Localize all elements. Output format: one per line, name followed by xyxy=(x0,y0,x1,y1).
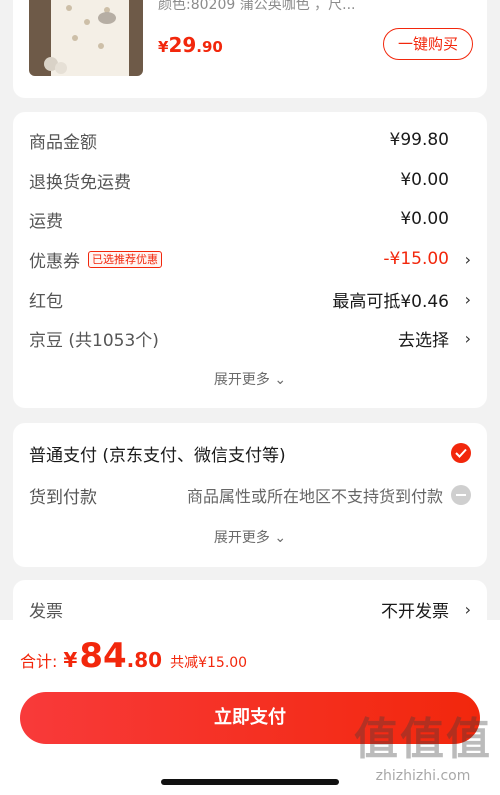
total-saved: 共减¥15.00 xyxy=(170,655,248,671)
fee-row-shipping: 运费 ¥0.00 xyxy=(29,209,449,232)
payment-option-cod: 货到付款 商品属性或所在地区不支持货到付款 xyxy=(29,480,471,510)
product-price: ¥29.90 xyxy=(158,33,223,57)
one-click-buy-button[interactable]: 一键购买 xyxy=(383,28,473,60)
payment-method-card: 普通支付 (京东支付、微信支付等) 货到付款 商品属性或所在地区不支持货到付款 … xyxy=(13,423,487,567)
fee-row-jingdou[interactable]: 京豆 (共1053个) 去选择 › xyxy=(29,323,471,353)
home-indicator[interactable] xyxy=(161,779,339,785)
watermark-logo: 值值值 zhizhizhi.com xyxy=(354,714,492,784)
fee-row-coupon[interactable]: 优惠券 已选推荐优惠 -¥15.00 › xyxy=(29,244,471,274)
cod-unavailable-note: 商品属性或所在地区不支持货到付款 xyxy=(186,487,443,506)
fee-row-goods-amount: 商品金额 ¥99.80 xyxy=(29,130,449,153)
product-spec: 颜色:80209 蒲公英咖色 ，尺... xyxy=(158,0,356,13)
order-total: 合计: ¥ 84 .80 共减¥15.00 xyxy=(20,636,248,676)
disabled-minus-icon xyxy=(451,485,471,505)
payment-expand-more[interactable]: 展开更多 ⌄ xyxy=(13,527,487,547)
fee-row-free-return-shipping: 退换货免运费 ¥0.00 xyxy=(29,170,449,193)
chevron-right-icon: › xyxy=(464,289,471,309)
checkmark-selected-icon[interactable] xyxy=(451,443,471,463)
chevron-down-icon: ⌄ xyxy=(274,372,287,388)
chevron-right-icon: › xyxy=(464,249,471,269)
coupon-tag: 已选推荐优惠 xyxy=(88,250,162,268)
chevron-down-icon: ⌄ xyxy=(274,530,287,546)
fee-details-card: 商品金额 ¥99.80 退换货免运费 ¥0.00 运费 ¥0.00 优惠券 已选… xyxy=(13,112,487,408)
chevron-right-icon: › xyxy=(464,328,471,348)
checkout-bar: 合计: ¥ 84 .80 共减¥15.00 立即支付 值值值 zhizhizhi… xyxy=(0,620,500,795)
fee-expand-more[interactable]: 展开更多 ⌄ xyxy=(13,369,487,389)
product-card: 颜色:80209 蒲公英咖色 ，尺... ¥29.90 一键购买 xyxy=(13,0,487,98)
fee-row-red-packet[interactable]: 红包 最高可抵¥0.46 › xyxy=(29,284,471,314)
product-thumbnail[interactable] xyxy=(29,0,143,76)
payment-option-normal[interactable]: 普通支付 (京东支付、微信支付等) xyxy=(29,438,471,468)
chevron-right-icon: › xyxy=(464,599,471,619)
